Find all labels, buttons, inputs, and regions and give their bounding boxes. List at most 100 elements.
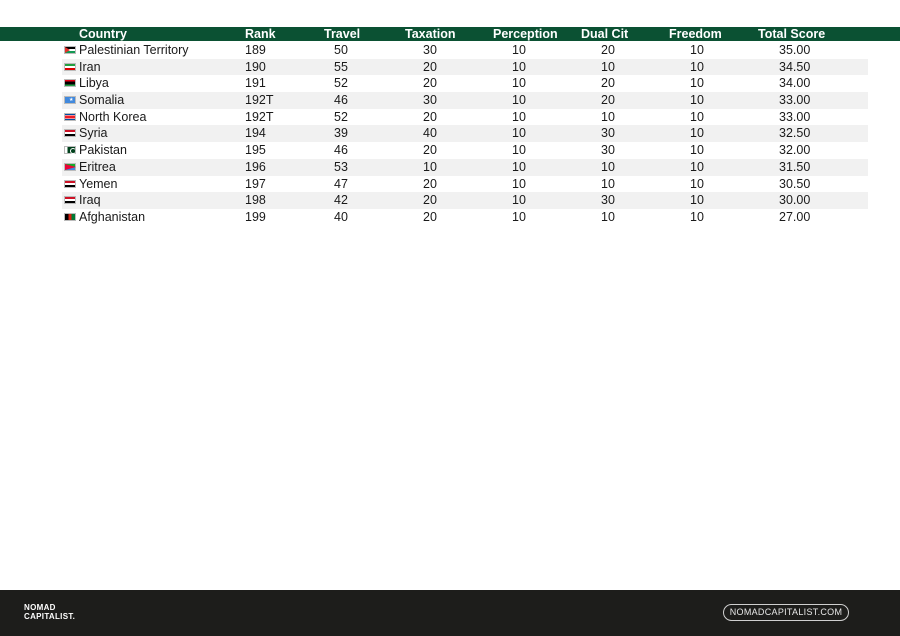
country-name: Iran bbox=[79, 59, 101, 74]
rank-value: 199 bbox=[245, 209, 266, 224]
dual-cit-value: 10 bbox=[601, 59, 615, 74]
travel-value: 55 bbox=[334, 59, 348, 74]
logo-line-2: CAPITALIST. bbox=[24, 612, 76, 621]
column-header-dual-cit: Dual Cit bbox=[581, 27, 629, 41]
total-score-value: 30.00 bbox=[779, 193, 811, 208]
nomad-capitalist-logo: NOMAD CAPITALIST. bbox=[24, 603, 75, 621]
somalia-flag-icon: ★ bbox=[64, 96, 76, 105]
eritrea-flag-icon bbox=[64, 162, 76, 171]
table-row: Pakistan 195 46 20 10 30 10 32.00 bbox=[62, 142, 868, 159]
perception-value: 10 bbox=[512, 126, 526, 141]
country-name: Pakistan bbox=[79, 143, 127, 158]
perception-value: 10 bbox=[512, 43, 526, 57]
iraq-flag-icon bbox=[64, 196, 76, 205]
travel-value: 52 bbox=[334, 76, 348, 91]
travel-value: 52 bbox=[334, 109, 348, 124]
freedom-value: 10 bbox=[690, 93, 704, 108]
dual-cit-value: 10 bbox=[601, 159, 615, 174]
country-name: Somalia bbox=[79, 93, 125, 108]
total-score-value: 34.50 bbox=[779, 59, 811, 74]
travel-value: 50 bbox=[334, 43, 348, 57]
table-row: ★ Somalia 192T 46 30 10 20 10 33.00 bbox=[62, 92, 868, 109]
rank-value: 190 bbox=[245, 59, 266, 74]
table-row: Libya 191 52 20 10 20 10 34.00 bbox=[62, 75, 868, 92]
total-score-value: 27.00 bbox=[779, 209, 811, 224]
column-header-freedom: Freedom bbox=[669, 27, 722, 41]
country-name: Afghanistan bbox=[79, 209, 146, 224]
total-score-value: 35.00 bbox=[779, 43, 811, 57]
freedom-value: 10 bbox=[690, 43, 704, 57]
taxation-value: 20 bbox=[423, 143, 437, 158]
table-row: North Korea 192T 52 20 10 10 10 33.00 bbox=[62, 109, 868, 126]
country-name: Libya bbox=[79, 76, 109, 91]
perception-value: 10 bbox=[512, 76, 526, 91]
travel-value: 39 bbox=[334, 126, 348, 141]
total-score-value: 32.00 bbox=[779, 143, 811, 158]
dual-cit-value: 30 bbox=[601, 193, 615, 208]
total-score-value: 31.50 bbox=[779, 159, 811, 174]
rank-value: 194 bbox=[245, 126, 266, 141]
perception-value: 10 bbox=[512, 143, 526, 158]
perception-value: 10 bbox=[512, 193, 526, 208]
iran-flag-icon bbox=[64, 62, 76, 71]
travel-value: 47 bbox=[334, 176, 348, 191]
freedom-value: 10 bbox=[690, 143, 704, 158]
taxation-value: 20 bbox=[423, 209, 437, 224]
table-row: Palestinian Territory 189 50 30 10 20 10… bbox=[62, 42, 868, 59]
perception-value: 10 bbox=[512, 176, 526, 191]
taxation-value: 10 bbox=[423, 159, 437, 174]
table-header-row: Country Rank Travel Taxation Perception … bbox=[0, 27, 900, 41]
freedom-value: 10 bbox=[690, 176, 704, 191]
table-row: Afghanistan 199 40 20 10 10 10 27.00 bbox=[62, 209, 868, 226]
taxation-value: 20 bbox=[423, 109, 437, 124]
yemen-flag-icon bbox=[64, 179, 76, 188]
rank-value: 195 bbox=[245, 143, 266, 158]
total-score-value: 34.00 bbox=[779, 76, 811, 91]
freedom-value: 10 bbox=[690, 209, 704, 224]
pakistan-flag-icon bbox=[64, 146, 76, 155]
logo-line-1: NOMAD bbox=[24, 603, 56, 612]
total-score-value: 33.00 bbox=[779, 93, 811, 108]
website-link[interactable]: NOMADCAPITALIST.COM bbox=[723, 604, 849, 621]
country-name: Syria bbox=[79, 126, 108, 141]
table-row: Iraq 198 42 20 10 30 10 30.00 bbox=[62, 192, 868, 209]
rank-value: 197 bbox=[245, 176, 266, 191]
rank-value: 196 bbox=[245, 159, 266, 174]
perception-value: 10 bbox=[512, 209, 526, 224]
total-score-value: 32.50 bbox=[779, 126, 811, 141]
perception-value: 10 bbox=[512, 59, 526, 74]
perception-value: 10 bbox=[512, 159, 526, 174]
total-score-value: 30.50 bbox=[779, 176, 811, 191]
dual-cit-value: 10 bbox=[601, 176, 615, 191]
rank-value: 192T bbox=[245, 109, 274, 124]
country-name: Palestinian Territory bbox=[79, 43, 189, 57]
perception-value: 10 bbox=[512, 109, 526, 124]
afghanistan-flag-icon bbox=[64, 212, 76, 221]
country-name: Eritrea bbox=[79, 159, 116, 174]
dual-cit-value: 20 bbox=[601, 93, 615, 108]
rank-value: 189 bbox=[245, 43, 266, 57]
taxation-value: 40 bbox=[423, 126, 437, 141]
taxation-value: 20 bbox=[423, 76, 437, 91]
freedom-value: 10 bbox=[690, 193, 704, 208]
column-header-rank: Rank bbox=[245, 27, 276, 41]
country-name: Iraq bbox=[79, 193, 101, 208]
country-name: Yemen bbox=[79, 176, 118, 191]
travel-value: 40 bbox=[334, 209, 348, 224]
footer-bar: NOMAD CAPITALIST. NOMADCAPITALIST.COM bbox=[0, 590, 900, 636]
column-header-taxation: Taxation bbox=[405, 27, 456, 41]
column-header-travel: Travel bbox=[324, 27, 361, 41]
taxation-value: 20 bbox=[423, 59, 437, 74]
dual-cit-value: 20 bbox=[601, 43, 615, 57]
north-korea-flag-icon bbox=[64, 112, 76, 121]
freedom-value: 10 bbox=[690, 109, 704, 124]
ranking-table: Palestinian Territory 189 50 30 10 20 10… bbox=[62, 42, 868, 226]
table-row: Yemen 197 47 20 10 10 10 30.50 bbox=[62, 176, 868, 193]
travel-value: 53 bbox=[334, 159, 348, 174]
column-header-perception: Perception bbox=[493, 27, 558, 41]
travel-value: 46 bbox=[334, 93, 348, 108]
palestine-flag-icon bbox=[64, 46, 76, 54]
country-name: North Korea bbox=[79, 109, 147, 124]
dual-cit-value: 10 bbox=[601, 109, 615, 124]
column-header-total-score: Total Score bbox=[758, 27, 826, 41]
